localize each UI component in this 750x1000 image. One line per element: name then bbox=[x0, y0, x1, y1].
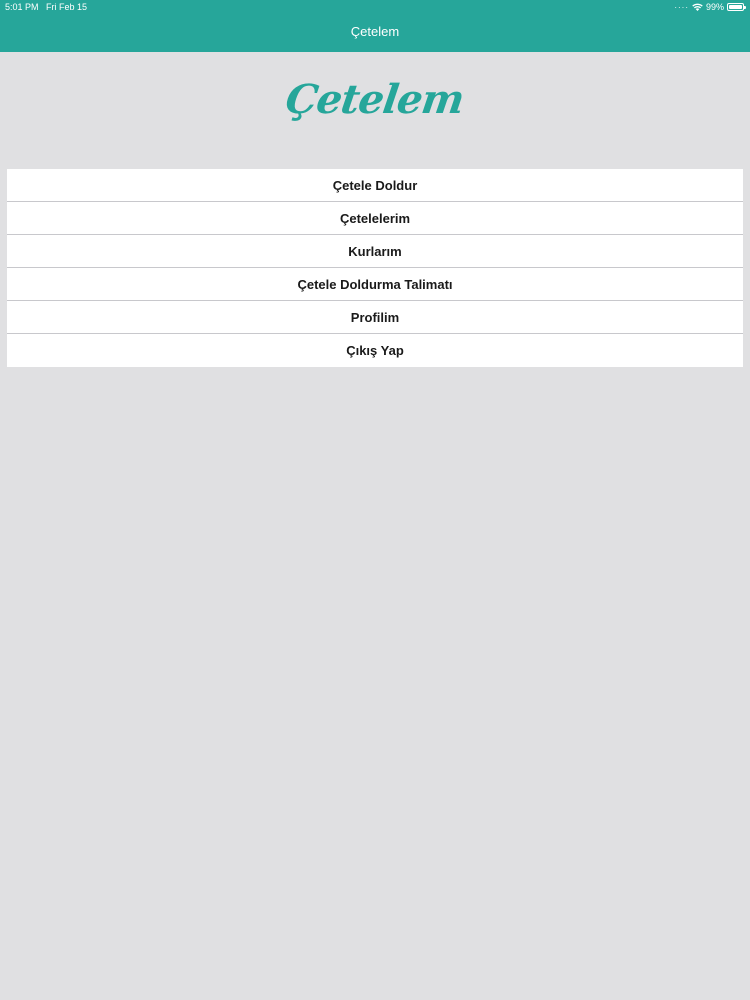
menu-item-label: Çıkış Yap bbox=[346, 343, 404, 358]
menu-item-kurlarim[interactable]: Kurlarım bbox=[7, 235, 743, 268]
status-date: Fri Feb 15 bbox=[46, 2, 88, 12]
status-indicators: ···· 99% bbox=[674, 2, 746, 12]
menu-item-cetele-doldur[interactable]: Çetele Doldur bbox=[7, 169, 743, 202]
menu-item-cetelelerim[interactable]: Çetelelerim bbox=[7, 202, 743, 235]
logo-container: Çetelem bbox=[0, 76, 750, 136]
battery-level bbox=[729, 5, 742, 9]
signal-dots-icon: ···· bbox=[674, 2, 689, 12]
wifi-icon bbox=[692, 3, 703, 11]
menu-item-label: Profilim bbox=[350, 309, 400, 325]
menu-item-label: Kurlarım bbox=[348, 243, 402, 259]
battery-icon bbox=[727, 3, 746, 11]
menu-item-label: Çetele Doldur bbox=[332, 177, 418, 193]
battery-percentage: 99% bbox=[705, 2, 724, 12]
menu-item-label: Çetelelerim bbox=[339, 210, 411, 226]
menu-item-cetele-doldurma-talimati[interactable]: Çetele Doldurma Talimatı bbox=[7, 268, 743, 301]
menu-item-profilim[interactable]: Profilim bbox=[7, 301, 743, 334]
status-time: 5:01 PM bbox=[5, 2, 39, 12]
app-logo: Çetelem bbox=[283, 76, 467, 123]
menu-item-label: Çetele Doldurma Talimatı bbox=[297, 276, 453, 292]
status-bar: 5:01 PM Fri Feb 15 ···· 99% bbox=[0, 0, 750, 14]
main-menu: Çetele Doldur Çetelelerim Kurlarım Çetel… bbox=[7, 169, 743, 367]
menu-item-cikis-yap[interactable]: Çıkış Yap bbox=[7, 334, 743, 367]
nav-title: Çetelem bbox=[350, 24, 400, 39]
navigation-bar: 5:01 PM Fri Feb 15 ···· 99% Çetelem bbox=[0, 0, 750, 52]
